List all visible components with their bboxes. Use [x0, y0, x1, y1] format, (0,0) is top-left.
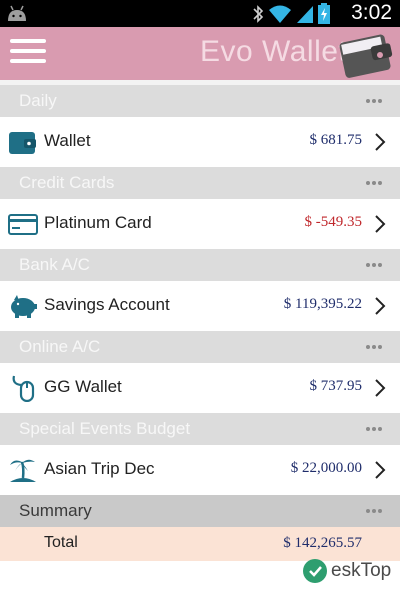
section-header-summary: Summary	[0, 495, 400, 527]
accounts-list: Daily Wallet $ 681.75 Credit Cards Plati…	[0, 85, 400, 561]
mouse-icon	[12, 375, 35, 402]
battery-icon	[318, 3, 330, 24]
section-header-special-events: Special Events Budget	[0, 413, 400, 445]
chevron-right-icon	[375, 133, 386, 151]
chevron-right-icon	[375, 297, 386, 315]
account-balance: $ 119,395.22	[283, 296, 362, 312]
app-title: Evo Wallet	[200, 35, 348, 68]
status-clock: 3:02	[351, 1, 392, 24]
chevron-right-icon	[375, 215, 386, 233]
wifi-icon	[269, 5, 291, 23]
watermark-text: eskTop	[331, 560, 392, 581]
section-title: Credit Cards	[19, 173, 115, 192]
more-options-icon[interactable]	[366, 427, 382, 431]
account-name: GG Wallet	[44, 377, 122, 396]
total-row: Total $ 142,265.57	[0, 527, 400, 561]
section-header-online-ac: Online A/C	[0, 331, 400, 363]
account-row-savings-account[interactable]: Savings Account $ 119,395.22	[0, 281, 400, 331]
account-balance: $ -549.35	[304, 214, 363, 230]
section-header-daily: Daily	[0, 85, 400, 117]
more-options-icon[interactable]	[366, 345, 382, 349]
piggy-bank-icon	[11, 295, 37, 318]
section-title: Online A/C	[19, 337, 101, 356]
chevron-right-icon	[375, 379, 386, 397]
account-row-platinum-card[interactable]: Platinum Card $ -549.35	[0, 199, 400, 249]
watermark-logo-icon	[303, 559, 327, 583]
more-options-icon[interactable]	[366, 181, 382, 185]
android-icon	[8, 5, 26, 21]
account-name: Platinum Card	[44, 213, 152, 232]
more-options-icon[interactable]	[366, 509, 382, 513]
section-title: Bank A/C	[19, 255, 90, 274]
wallet-icon	[9, 132, 36, 154]
account-row-asian-trip[interactable]: Asian Trip Dec $ 22,000.00	[0, 445, 400, 495]
section-title: Daily	[19, 91, 57, 110]
island-icon	[10, 459, 36, 482]
account-name: Savings Account	[44, 295, 170, 314]
bluetooth-icon	[253, 5, 264, 23]
account-balance: $ 737.95	[309, 378, 363, 394]
watermark: eskTop	[302, 558, 391, 584]
account-name: Asian Trip Dec	[44, 459, 155, 478]
menu-icon[interactable]	[10, 39, 46, 67]
chevron-right-icon	[375, 461, 386, 479]
account-row-gg-wallet[interactable]: GG Wallet $ 737.95	[0, 363, 400, 413]
signal-icon	[297, 6, 313, 23]
section-title: Summary	[19, 501, 92, 520]
section-header-bank-ac: Bank A/C	[0, 249, 400, 281]
account-balance: $ 681.75	[309, 132, 363, 148]
more-options-icon[interactable]	[366, 263, 382, 267]
status-bar: 3:02	[0, 0, 400, 27]
app-bar: Evo Wallet	[0, 27, 400, 80]
system-icons	[252, 3, 330, 24]
more-options-icon[interactable]	[366, 99, 382, 103]
account-name: Wallet	[44, 131, 91, 150]
total-amount: $ 142,265.57	[283, 535, 362, 551]
wallet-logo-icon	[339, 34, 393, 78]
section-header-credit-cards: Credit Cards	[0, 167, 400, 199]
account-row-wallet[interactable]: Wallet $ 681.75	[0, 117, 400, 167]
account-balance: $ 22,000.00	[290, 460, 362, 476]
section-title: Special Events Budget	[19, 419, 191, 438]
credit-card-icon	[8, 214, 38, 235]
total-label: Total	[44, 534, 78, 551]
